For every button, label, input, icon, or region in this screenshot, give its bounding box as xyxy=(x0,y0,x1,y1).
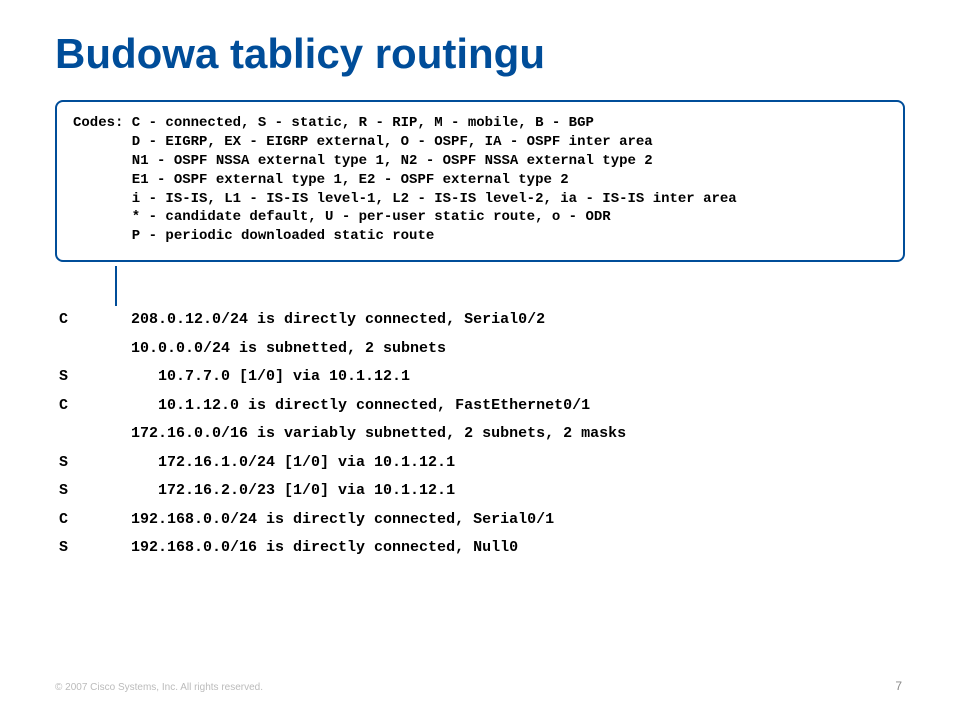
codes-box: Codes: C - connected, S - static, R - RI… xyxy=(55,100,905,262)
copyright-footer: © 2007 Cisco Systems, Inc. All rights re… xyxy=(55,682,263,693)
route-line-9: S 192.168.0.0/16 is directly connected, … xyxy=(59,539,518,556)
route-line-2: 10.0.0.0/24 is subnetted, 2 subnets xyxy=(59,340,446,357)
codes-line-7: P - periodic downloaded static route xyxy=(73,228,434,244)
codes-line-4: E1 - OSPF external type 1, E2 - OSPF ext… xyxy=(73,172,569,188)
codes-line-5: i - IS-IS, L1 - IS-IS level-1, L2 - IS-I… xyxy=(73,191,737,207)
route-line-3: S 10.7.7.0 [1/0] via 10.1.12.1 xyxy=(59,368,410,385)
route-line-8: C 192.168.0.0/24 is directly connected, … xyxy=(59,511,554,528)
codes-line-3: N1 - OSPF NSSA external type 1, N2 - OSP… xyxy=(73,153,653,169)
route-line-1: C 208.0.12.0/24 is directly connected, S… xyxy=(59,311,545,328)
route-line-4: C 10.1.12.0 is directly connected, FastE… xyxy=(59,397,590,414)
codes-line-1: Codes: C - connected, S - static, R - RI… xyxy=(73,115,594,131)
route-line-7: S 172.16.2.0/23 [1/0] via 10.1.12.1 xyxy=(59,482,455,499)
codes-line-6: * - candidate default, U - per-user stat… xyxy=(73,209,611,225)
codes-line-2: D - EIGRP, EX - EIGRP external, O - OSPF… xyxy=(73,134,653,150)
page-number: 7 xyxy=(895,679,902,693)
slide-title: Budowa tablicy routingu xyxy=(55,30,905,78)
routing-table: C 208.0.12.0/24 is directly connected, S… xyxy=(59,306,905,563)
route-line-6: S 172.16.1.0/24 [1/0] via 10.1.12.1 xyxy=(59,454,455,471)
connector-line xyxy=(115,266,117,306)
route-line-5: 172.16.0.0/16 is variably subnetted, 2 s… xyxy=(59,425,626,442)
